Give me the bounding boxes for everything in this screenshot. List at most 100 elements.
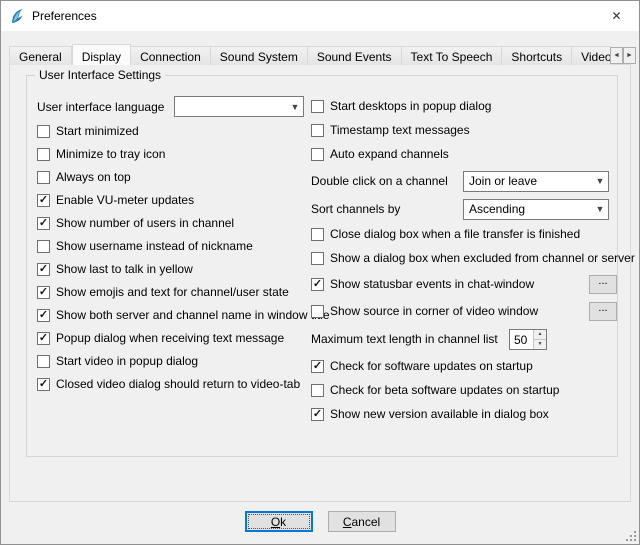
- language-select[interactable]: [174, 96, 304, 117]
- tab-strip: General Display Connection Sound System …: [9, 43, 611, 65]
- sort-channels-value: Ascending: [469, 202, 525, 216]
- checkbox-box: [37, 355, 50, 368]
- cancel-button[interactable]: Cancel: [328, 511, 396, 532]
- group-title: User Interface Settings: [35, 68, 165, 82]
- tab-general[interactable]: General: [9, 46, 72, 65]
- checkbox-label: Check for software updates on startup: [330, 359, 533, 373]
- checkbox-video-source-corner[interactable]: [311, 305, 324, 318]
- checkbox-statusbar-events[interactable]: ✓: [311, 278, 324, 291]
- checkbox-box: [37, 240, 50, 253]
- tab-sound-system[interactable]: Sound System: [211, 46, 308, 65]
- checkbox-show-username-instead-nickname[interactable]: Show username instead of nickname: [37, 238, 309, 254]
- checkbox-box: ✓: [37, 309, 50, 322]
- checkbox-label: Close dialog box when a file transfer is…: [330, 227, 580, 241]
- checkbox-check-software-updates[interactable]: ✓ Check for software updates on startup: [311, 358, 617, 374]
- checkbox-box: ✓: [37, 194, 50, 207]
- checkbox-start-desktops-popup[interactable]: Start desktops in popup dialog: [311, 98, 617, 114]
- checkbox-show-server-channel-in-title[interactable]: ✓ Show both server and channel name in w…: [37, 307, 309, 323]
- app-icon: [9, 8, 25, 24]
- checkbox-box: ✓: [37, 286, 50, 299]
- left-column: User interface language Start minimized …: [37, 96, 309, 399]
- checkbox-label: Always on top: [56, 170, 131, 184]
- checkbox-box: [311, 228, 324, 241]
- checkbox-label: Show source in corner of video window: [330, 304, 538, 318]
- checkbox-label: Show new version available in dialog box: [330, 407, 549, 421]
- checkbox-enable-vu-meter-updates[interactable]: ✓ Enable VU-meter updates: [37, 192, 309, 208]
- spin-up-icon[interactable]: [534, 330, 546, 340]
- checkbox-label: Popup dialog when receiving text message: [56, 331, 284, 345]
- tab-display[interactable]: Display: [72, 44, 131, 65]
- button-bar: Ok Cancel: [1, 511, 639, 532]
- checkbox-closed-video-return-tab[interactable]: ✓ Closed video dialog should return to v…: [37, 376, 309, 392]
- double-click-label: Double click on a channel: [311, 174, 463, 188]
- checkbox-start-video-popup[interactable]: Start video in popup dialog: [37, 353, 309, 369]
- tab-text-to-speech[interactable]: Text To Speech: [402, 46, 503, 65]
- checkbox-check-beta-updates[interactable]: Check for beta software updates on start…: [311, 382, 617, 398]
- checkbox-label: Closed video dialog should return to vid…: [56, 377, 300, 391]
- spinner-buttons: [533, 330, 546, 349]
- checkbox-show-new-version-dialog[interactable]: ✓ Show new version available in dialog b…: [311, 406, 617, 422]
- checkbox-box: [37, 148, 50, 161]
- checkbox-start-minimized[interactable]: Start minimized: [37, 123, 309, 139]
- chevron-down-icon: [592, 176, 608, 186]
- checkbox-popup-dialog-text-message[interactable]: ✓ Popup dialog when receiving text messa…: [37, 330, 309, 346]
- checkbox-box: [311, 100, 324, 113]
- statusbar-events-options-button[interactable]: ...: [589, 275, 617, 294]
- checkbox-show-emojis-and-text[interactable]: ✓ Show emojis and text for channel/user …: [37, 284, 309, 300]
- sort-channels-label: Sort channels by: [311, 202, 463, 216]
- checkbox-label: Start minimized: [56, 124, 139, 138]
- checkbox-label: Show number of users in channel: [56, 216, 234, 230]
- checkbox-show-dialog-excluded[interactable]: Show a dialog box when excluded from cha…: [311, 250, 617, 266]
- checkbox-label: Timestamp text messages: [330, 123, 470, 137]
- titlebar[interactable]: Preferences: [1, 1, 639, 31]
- double-click-select[interactable]: Join or leave: [463, 171, 609, 192]
- display-tab-page: User Interface Settings User interface l…: [9, 64, 631, 502]
- tab-connection[interactable]: Connection: [131, 46, 211, 65]
- tab-video[interactable]: Video: [572, 46, 611, 65]
- max-text-length-spinner[interactable]: 50: [509, 329, 547, 350]
- checkbox-label: Auto expand channels: [330, 147, 449, 161]
- tab-scroll-right-icon[interactable]: [623, 47, 636, 64]
- max-text-length-label: Maximum text length in channel list: [311, 332, 509, 346]
- resize-grip[interactable]: [624, 529, 637, 542]
- checkbox-timestamp-text-messages[interactable]: Timestamp text messages: [311, 122, 617, 138]
- checkbox-label: Show a dialog box when excluded from cha…: [330, 251, 635, 265]
- checkbox-close-dialog-file-transfer[interactable]: Close dialog box when a file transfer is…: [311, 226, 617, 242]
- ok-button[interactable]: Ok: [245, 511, 313, 532]
- chevron-down-icon: [592, 204, 608, 214]
- tab-sound-events[interactable]: Sound Events: [308, 46, 402, 65]
- checkbox-box: ✓: [37, 217, 50, 230]
- checkbox-box: [37, 125, 50, 138]
- tab-shortcuts[interactable]: Shortcuts: [502, 46, 572, 65]
- checkbox-label: Enable VU-meter updates: [56, 193, 194, 207]
- checkbox-show-last-to-talk-yellow[interactable]: ✓ Show last to talk in yellow: [37, 261, 309, 277]
- tab-scroll-left-icon[interactable]: [610, 47, 623, 64]
- checkbox-label: Show emojis and text for channel/user st…: [56, 285, 289, 299]
- checkbox-box: [37, 171, 50, 184]
- checkbox-box: [311, 384, 324, 397]
- video-source-options-button[interactable]: ...: [589, 302, 617, 321]
- checkbox-box: [311, 148, 324, 161]
- checkbox-label: Start desktops in popup dialog: [330, 99, 491, 113]
- checkbox-label: Show both server and channel name in win…: [56, 308, 330, 322]
- checkbox-always-on-top[interactable]: Always on top: [37, 169, 309, 185]
- checkbox-label: Start video in popup dialog: [56, 354, 198, 368]
- checkbox-label: Show statusbar events in chat-window: [330, 277, 534, 291]
- checkbox-box: [311, 252, 324, 265]
- checkbox-label: Check for beta software updates on start…: [330, 383, 559, 397]
- window-title: Preferences: [32, 9, 97, 23]
- checkbox-label: Minimize to tray icon: [56, 147, 165, 161]
- spin-down-icon[interactable]: [534, 340, 546, 349]
- sort-channels-select[interactable]: Ascending: [463, 199, 609, 220]
- language-label: User interface language: [37, 100, 174, 114]
- chevron-down-icon: [287, 102, 303, 112]
- close-button[interactable]: [594, 1, 639, 31]
- checkbox-auto-expand-channels[interactable]: Auto expand channels: [311, 146, 617, 162]
- max-text-length-value[interactable]: 50: [510, 330, 533, 349]
- checkbox-show-number-of-users[interactable]: ✓ Show number of users in channel: [37, 215, 309, 231]
- checkbox-minimize-to-tray-icon[interactable]: Minimize to tray icon: [37, 146, 309, 162]
- ok-button-label: Ok: [271, 515, 286, 529]
- preferences-dialog: Preferences General Display Connection S…: [0, 0, 640, 545]
- checkbox-box: ✓: [37, 378, 50, 391]
- cancel-button-label: Cancel: [343, 515, 380, 529]
